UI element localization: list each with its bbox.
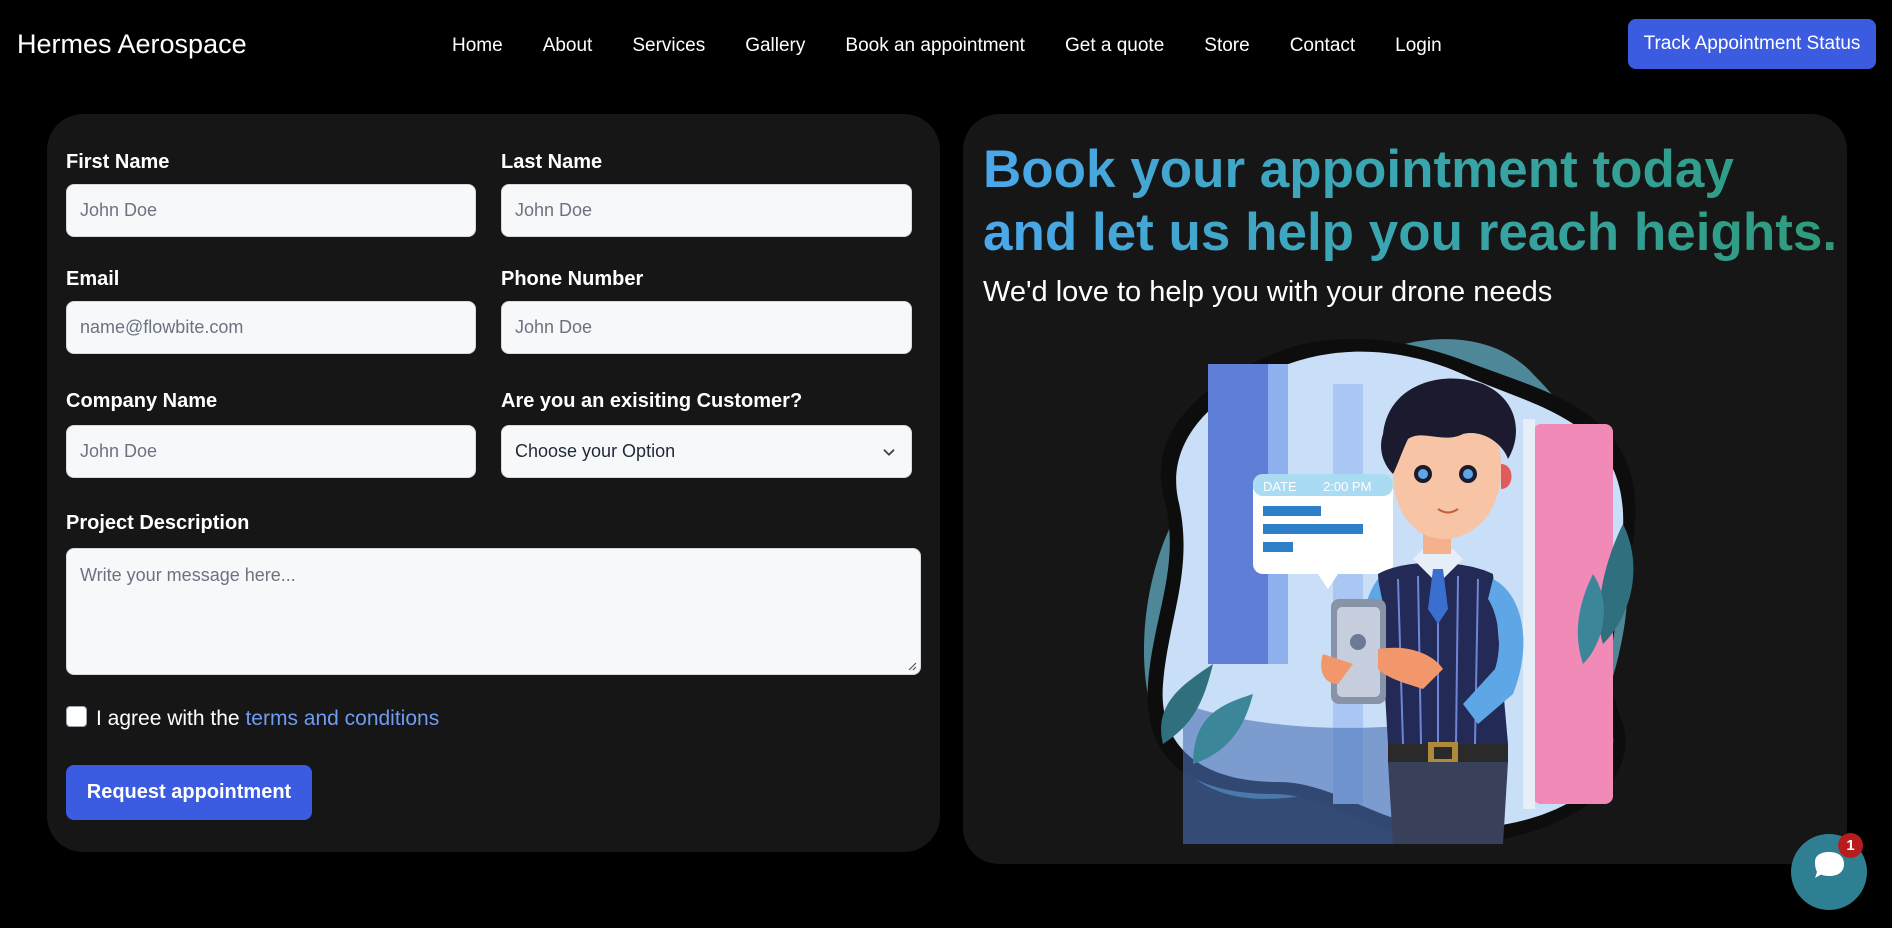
company-input[interactable]: John Doe bbox=[66, 425, 476, 478]
email-label: Email bbox=[66, 268, 120, 290]
nav-get-quote[interactable]: Get a quote bbox=[1065, 35, 1164, 57]
project-description-placeholder: Write your message here... bbox=[80, 565, 296, 585]
nav-gallery[interactable]: Gallery bbox=[745, 35, 805, 57]
nav-store[interactable]: Store bbox=[1204, 35, 1249, 57]
nav-contact[interactable]: Contact bbox=[1290, 35, 1355, 57]
hero-headline-line2: and let us help you reach heights. bbox=[983, 203, 1838, 262]
phone-input[interactable]: John Doe bbox=[501, 301, 912, 354]
request-appointment-button[interactable]: Request appointment bbox=[66, 765, 312, 820]
nav-login[interactable]: Login bbox=[1395, 35, 1442, 57]
existing-customer-select[interactable]: Choose your Option bbox=[501, 425, 912, 478]
last-name-label: Last Name bbox=[501, 151, 603, 173]
nav-book-appointment[interactable]: Book an appointment bbox=[845, 35, 1025, 57]
top-navbar: Hermes Aerospace Home About Services Gal… bbox=[0, 0, 1892, 92]
appointment-form-card: First Name John Doe Last Name John Doe E… bbox=[47, 114, 940, 852]
terms-agree-text: I agree with the terms and conditions bbox=[96, 707, 439, 731]
existing-customer-value: Choose your Option bbox=[515, 441, 676, 461]
nav-services[interactable]: Services bbox=[632, 35, 705, 57]
brand-logo[interactable]: Hermes Aerospace bbox=[17, 29, 247, 60]
nav-home[interactable]: Home bbox=[452, 35, 503, 57]
last-name-input[interactable]: John Doe bbox=[501, 184, 912, 237]
resize-grip-icon[interactable] bbox=[907, 661, 917, 671]
hero-headline: Book your appointment today and let us h… bbox=[983, 138, 1843, 264]
hero-subheading: We'd love to help you with your drone ne… bbox=[983, 276, 1553, 308]
bubble-date-text: DATE bbox=[1263, 479, 1297, 494]
phone-label: Phone Number bbox=[501, 268, 644, 290]
terms-agree-prefix: I agree with the bbox=[96, 707, 240, 730]
booking-illustration: DATE 2:00 PM bbox=[1143, 338, 1636, 844]
project-description-label: Project Description bbox=[66, 512, 250, 534]
chevron-down-icon bbox=[883, 448, 895, 456]
chat-notification-badge: 1 bbox=[1838, 833, 1863, 858]
bubble-time-text: 2:00 PM bbox=[1323, 479, 1371, 494]
company-label: Company Name bbox=[66, 390, 218, 412]
hero-card: Book your appointment today and let us h… bbox=[963, 114, 1847, 864]
hero-headline-line1: Book your appointment today bbox=[983, 140, 1734, 199]
first-name-label: First Name bbox=[66, 151, 170, 173]
first-name-input[interactable]: John Doe bbox=[66, 184, 476, 237]
email-input[interactable]: name@flowbite.com bbox=[66, 301, 476, 354]
nav-about[interactable]: About bbox=[543, 35, 593, 57]
terms-link[interactable]: terms and conditions bbox=[245, 707, 439, 730]
terms-checkbox[interactable] bbox=[66, 706, 87, 727]
nav-links: Home About Services Gallery Book an appo… bbox=[452, 35, 1442, 57]
project-description-textarea[interactable]: Write your message here... bbox=[66, 548, 921, 675]
track-appointment-button[interactable]: Track Appointment Status bbox=[1628, 19, 1876, 69]
existing-customer-label: Are you an exisiting Customer? bbox=[501, 390, 803, 412]
